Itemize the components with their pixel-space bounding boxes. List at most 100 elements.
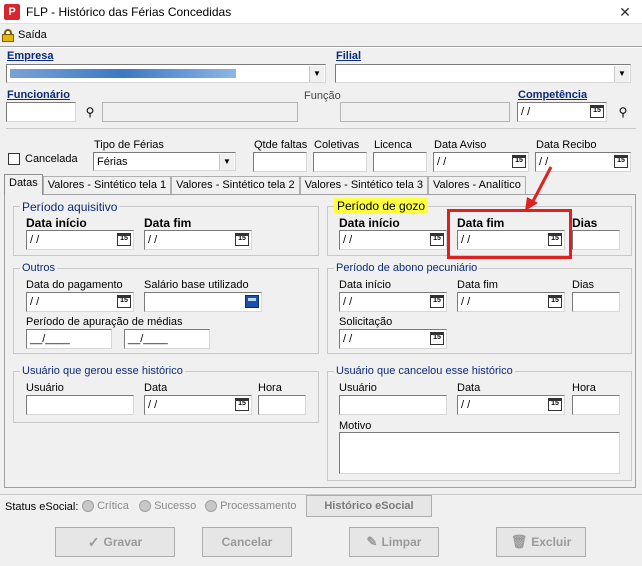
licenca-input[interactable] bbox=[373, 152, 427, 172]
data-aviso-input[interactable]: / / 15 bbox=[433, 152, 529, 172]
radio-critica[interactable]: Crítica bbox=[82, 500, 129, 513]
gozo-dias-input[interactable] bbox=[572, 230, 620, 250]
calendar-icon[interactable]: 15 bbox=[117, 233, 131, 246]
calendar-icon[interactable]: 15 bbox=[235, 233, 249, 246]
empresa-select[interactable]: ▼ bbox=[6, 64, 326, 83]
abono-fim-label: Data fim bbox=[457, 279, 498, 291]
coletivas-label: Coletivas bbox=[314, 139, 360, 151]
menu-saida[interactable]: Saída bbox=[2, 26, 47, 44]
cancelou-hora-label: Hora bbox=[572, 382, 596, 394]
calendar-icon[interactable]: 15 bbox=[614, 155, 628, 168]
cancelou-hora-input[interactable] bbox=[572, 395, 620, 415]
aquisitivo-inicio-input[interactable]: / / 15 bbox=[26, 230, 134, 250]
coletivas-input[interactable] bbox=[313, 152, 367, 172]
trash-icon: 🗑 bbox=[510, 534, 528, 549]
tab-valores-sintetico-3[interactable]: Valores - Sintético tela 3 bbox=[299, 176, 429, 195]
abono-dias-label: Dias bbox=[572, 279, 595, 291]
abono-dias-input[interactable] bbox=[572, 292, 620, 312]
group-title: Período aquisitivo bbox=[20, 200, 120, 214]
cancelar-button[interactable]: Cancelar bbox=[202, 527, 292, 557]
tab-valores-analitico[interactable]: Valores - Analítico bbox=[428, 176, 526, 195]
annotation-highlight-box bbox=[447, 209, 572, 259]
group-usuario-gerou: Usuário que gerou esse histórico Usuário… bbox=[13, 365, 319, 423]
abono-fim-value: / / bbox=[461, 296, 471, 308]
cancelada-checkbox[interactable] bbox=[8, 153, 20, 165]
calendar-icon[interactable]: 15 bbox=[548, 398, 562, 411]
title-bar: P FLP - Histórico das Férias Concedidas … bbox=[0, 0, 642, 24]
aquisitivo-inicio-value: / / bbox=[30, 234, 40, 246]
cancelou-usuario-input[interactable] bbox=[339, 395, 447, 415]
gerou-data-input[interactable]: / / 15 bbox=[144, 395, 252, 415]
cancelou-usuario-label: Usuário bbox=[339, 382, 377, 394]
broom-icon: ✎ bbox=[366, 534, 378, 549]
status-esocial-label: Status eSocial: bbox=[5, 501, 79, 513]
abono-inicio-value: / / bbox=[343, 296, 353, 308]
empresa-value-redacted bbox=[10, 69, 236, 78]
calendar-icon[interactable]: 15 bbox=[430, 295, 444, 308]
data-pagamento-input[interactable]: / / 15 bbox=[26, 292, 134, 312]
abono-fim-input[interactable]: / / 15 bbox=[457, 292, 565, 312]
gerou-hora-input[interactable] bbox=[258, 395, 306, 415]
radio-processamento[interactable]: Processamento bbox=[205, 500, 297, 513]
abono-inicio-input[interactable]: / / 15 bbox=[339, 292, 447, 312]
cancelada-label: Cancelada bbox=[25, 153, 78, 165]
calendar-icon[interactable]: 15 bbox=[235, 398, 249, 411]
solicitacao-value: / / bbox=[343, 333, 353, 345]
aquisitivo-fim-value: / / bbox=[148, 234, 158, 246]
aquisitivo-inicio-label: Data início bbox=[26, 216, 87, 230]
limpar-button[interactable]: ✎ Limpar bbox=[349, 527, 439, 557]
group-title-highlighted: Período de gozo bbox=[334, 198, 429, 214]
motivo-label: Motivo bbox=[339, 420, 372, 432]
chevron-down-icon[interactable]: ▼ bbox=[614, 66, 629, 82]
ferias-window: P FLP - Histórico das Férias Concedidas … bbox=[0, 0, 642, 566]
periodo-apuracao-from-value: __/____ bbox=[30, 333, 70, 345]
competencia-input[interactable]: / / 15 bbox=[517, 102, 607, 122]
binoculars-icon[interactable]: ⚲ bbox=[81, 103, 99, 121]
group-periodo-aquisitivo: Período aquisitivo Data início / / 15 Da… bbox=[13, 200, 319, 256]
radio-sucesso[interactable]: Sucesso bbox=[139, 500, 196, 513]
calendar-icon[interactable]: 15 bbox=[548, 295, 562, 308]
excluir-button[interactable]: 🗑 Excluir bbox=[496, 527, 586, 557]
calendar-icon[interactable]: 15 bbox=[117, 295, 131, 308]
chevron-down-icon[interactable]: ▼ bbox=[309, 66, 324, 82]
chevron-down-icon[interactable]: ▼ bbox=[219, 154, 234, 170]
filial-select[interactable]: ▼ bbox=[335, 64, 631, 83]
aquisitivo-fim-input[interactable]: / / 15 bbox=[144, 230, 252, 250]
data-pagamento-value: / / bbox=[30, 296, 40, 308]
status-esocial-bar: Status eSocial: Crítica Sucesso Processa… bbox=[0, 494, 642, 518]
empresa-label: Empresa bbox=[7, 50, 54, 62]
salario-input[interactable] bbox=[144, 292, 262, 312]
tipo-ferias-select[interactable]: Férias ▼ bbox=[93, 152, 236, 171]
motivo-textarea[interactable] bbox=[339, 432, 620, 474]
tab-panel-datas: Período aquisitivo Data início / / 15 Da… bbox=[4, 166, 636, 488]
tab-valores-sintetico-1[interactable]: Valores - Sintético tela 1 bbox=[42, 176, 172, 195]
gerou-usuario-input[interactable] bbox=[26, 395, 134, 415]
historico-esocial-button[interactable]: Histórico eSocial bbox=[306, 495, 432, 517]
calendar-icon[interactable]: 15 bbox=[590, 105, 604, 118]
binoculars-icon[interactable]: ⚲ bbox=[614, 103, 632, 121]
periodo-apuracao-to-input[interactable]: __/____ bbox=[124, 329, 210, 349]
tab-datas[interactable]: Datas bbox=[4, 174, 43, 195]
qtde-faltas-input[interactable] bbox=[253, 152, 307, 172]
cancelou-data-input[interactable]: / / 15 bbox=[457, 395, 565, 415]
abono-inicio-label: Data início bbox=[339, 279, 391, 291]
calculator-icon[interactable] bbox=[245, 295, 259, 308]
funcionario-name-field bbox=[102, 102, 298, 122]
group-title: Outros bbox=[20, 262, 58, 274]
gerou-usuario-label: Usuário bbox=[26, 382, 64, 394]
group-title: Período de abono pecuniário bbox=[334, 262, 480, 274]
competencia-label: Competência bbox=[518, 89, 588, 101]
funcionario-code-input[interactable] bbox=[6, 102, 76, 122]
solicitacao-input[interactable]: / / 15 bbox=[339, 329, 447, 349]
periodo-apuracao-from-input[interactable]: __/____ bbox=[26, 329, 112, 349]
cancelar-button-label: Cancelar bbox=[221, 535, 273, 549]
funcao-field bbox=[340, 102, 510, 122]
gozo-inicio-input[interactable]: / / 15 bbox=[339, 230, 447, 250]
tab-valores-sintetico-2[interactable]: Valores - Sintético tela 2 bbox=[171, 176, 300, 195]
calendar-icon[interactable]: 15 bbox=[430, 233, 444, 246]
calendar-icon[interactable]: 15 bbox=[430, 332, 444, 345]
radio-critica-label: Crítica bbox=[97, 500, 129, 512]
competencia-value: / / bbox=[521, 106, 531, 118]
close-icon[interactable]: ✕ bbox=[614, 3, 636, 21]
gravar-button[interactable]: ✓ Gravar bbox=[55, 527, 175, 557]
